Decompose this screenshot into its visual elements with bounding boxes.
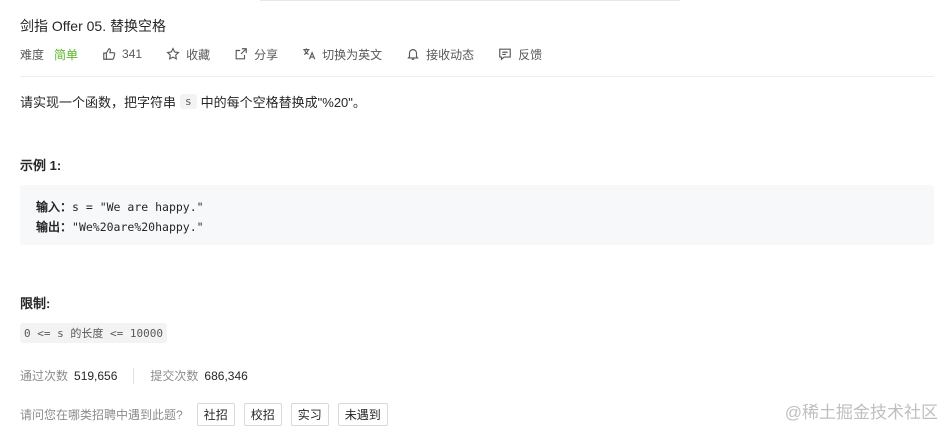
example-input-value: s = "We are happy." <box>72 200 204 214</box>
problem-description: 请实现一个函数，把字符串 s 中的每个空格替换成"%20"。 <box>20 92 366 111</box>
survey-option-not-encountered[interactable]: 未遇到 <box>337 403 388 426</box>
accepted-label: 通过次数 <box>20 369 69 383</box>
stats-separator <box>133 367 135 384</box>
like-button[interactable]: 341 <box>102 47 142 61</box>
example-input-line: 输入：s = "We are happy." <box>36 197 918 217</box>
subscribe-button[interactable]: 接收动态 <box>406 46 474 63</box>
survey-option-social[interactable]: 社招 <box>196 403 235 426</box>
like-count: 341 <box>122 47 143 61</box>
description-text-before: 请实现一个函数，把字符串 <box>20 95 177 110</box>
limits-code: 0 <= s 的长度 <= 10000 <box>20 323 167 343</box>
share-label: 分享 <box>254 47 279 62</box>
description-inline-code: s <box>180 94 197 109</box>
example-output-label: 输出： <box>36 220 73 234</box>
share-button[interactable]: 分享 <box>234 46 278 63</box>
example-output-line: 输出："We%20are%20happy." <box>36 217 918 237</box>
submitted-label: 提交次数 <box>150 369 199 383</box>
watermark: @稀土掘金技术社区 <box>784 403 938 422</box>
example-heading: 示例 1: <box>20 158 62 173</box>
bell-icon <box>407 49 419 60</box>
thumbs-up-icon <box>103 48 116 60</box>
subscribe-label: 接收动态 <box>426 47 475 62</box>
switch-language-label: 切换为英文 <box>322 47 383 62</box>
submitted-count: 686,346 <box>204 368 248 383</box>
switch-language-button[interactable]: 切换为英文 <box>302 46 382 63</box>
difficulty-label: 难度 <box>20 47 45 62</box>
problem-meta-bar: 难度 简单 341 收藏 分享 切换为英文 接收动态 反馈 <box>20 44 566 64</box>
example-output-value: "We%20are%20happy." <box>72 220 204 234</box>
star-icon <box>166 47 180 60</box>
feedback-button[interactable]: 反馈 <box>498 46 542 63</box>
survey-question: 请问您在哪类招聘中遇到此题? <box>20 408 183 422</box>
header-divider <box>20 76 934 77</box>
share-icon <box>235 48 247 60</box>
description-text-after: 中的每个空格替换成"%20"。 <box>200 95 366 110</box>
difficulty-badge: 简单 <box>54 47 79 62</box>
accepted-count: 519,656 <box>74 368 118 383</box>
feedback-icon <box>499 48 511 61</box>
favorite-button[interactable]: 收藏 <box>166 46 210 63</box>
example-code-block: 输入：s = "We are happy." 输出："We%20are%20ha… <box>20 185 934 245</box>
feedback-label: 反馈 <box>518 47 543 62</box>
favorite-label: 收藏 <box>186 47 211 62</box>
survey-option-internship[interactable]: 实习 <box>290 403 329 426</box>
translate-icon <box>303 48 316 60</box>
survey-option-campus[interactable]: 校招 <box>243 403 282 426</box>
problem-title: 剑指 Offer 05. 替换空格 <box>20 18 166 34</box>
recruit-survey: 请问您在哪类招聘中遇到此题? 社招 校招 实习 未遇到 <box>20 403 397 426</box>
top-divider <box>260 0 680 1</box>
limits-heading: 限制: <box>20 296 51 311</box>
example-input-label: 输入： <box>36 200 73 214</box>
submission-stats: 通过次数 519,656 提交次数 686,346 <box>20 367 248 384</box>
